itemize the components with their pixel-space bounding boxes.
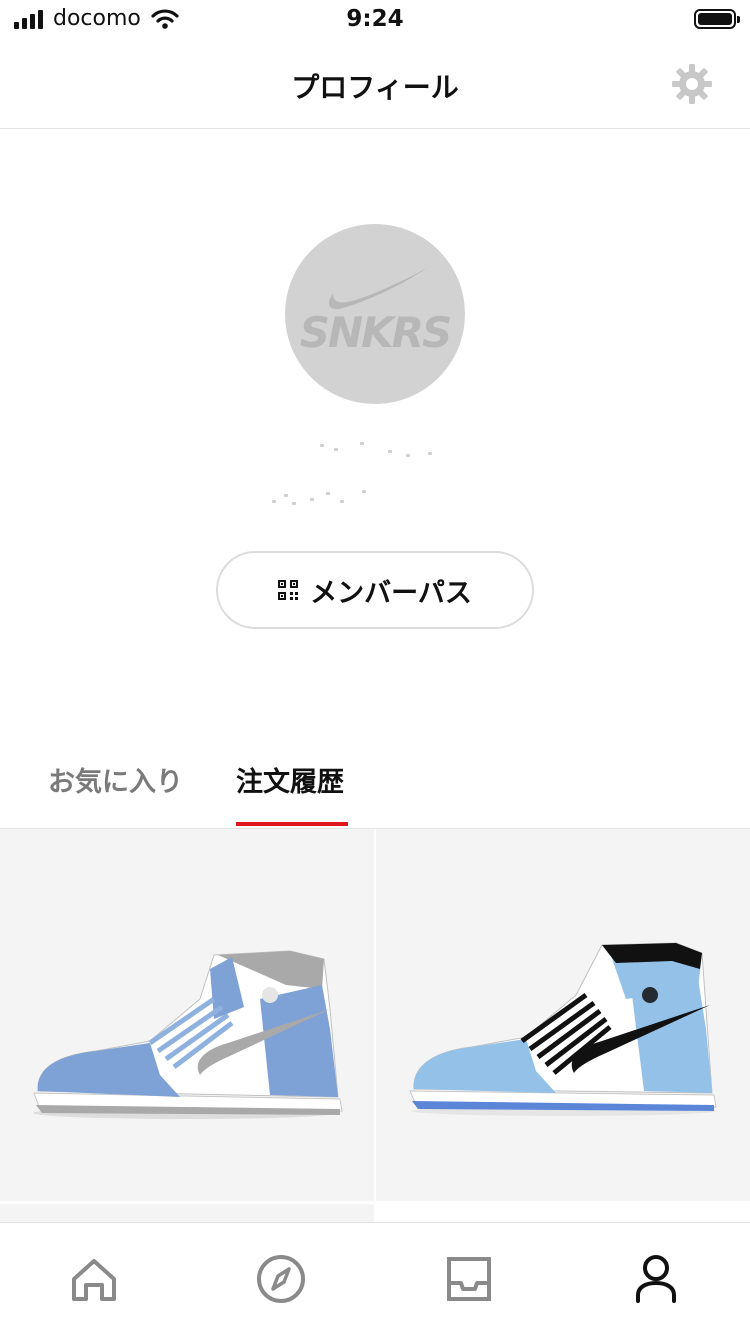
status-time: 9:24 bbox=[346, 6, 404, 32]
qr-code-icon bbox=[278, 580, 299, 600]
tab-favorites[interactable]: お気に入り bbox=[48, 760, 183, 799]
profile-subtitle-redacted bbox=[270, 488, 380, 508]
profile-name-redacted bbox=[310, 440, 440, 458]
nav-inbox[interactable] bbox=[439, 1249, 499, 1309]
member-pass-button[interactable]: メンバーパス bbox=[216, 551, 534, 629]
avatar[interactable]: SNKRS bbox=[285, 224, 465, 404]
sneaker-image bbox=[33, 950, 343, 1119]
product-card[interactable] bbox=[0, 1204, 374, 1223]
battery-icon bbox=[694, 9, 740, 29]
active-tab-indicator bbox=[236, 822, 348, 826]
member-pass-label: メンバーパス bbox=[310, 577, 472, 609]
product-card[interactable] bbox=[0, 829, 374, 1201]
product-grid bbox=[0, 829, 750, 1223]
avatar-logo-text: SNKRS bbox=[299, 308, 453, 357]
profile-tabs: お気に入り 注文履歴 bbox=[0, 740, 750, 829]
nav-profile[interactable] bbox=[626, 1249, 686, 1309]
home-icon bbox=[72, 1259, 116, 1301]
product-card[interactable] bbox=[376, 829, 750, 1201]
compass-icon bbox=[257, 1255, 305, 1303]
bottom-nav bbox=[0, 1222, 750, 1335]
page-title: プロフィール bbox=[291, 71, 459, 104]
nav-home[interactable] bbox=[64, 1249, 124, 1309]
inbox-icon bbox=[447, 1257, 491, 1301]
profile-icon bbox=[636, 1255, 676, 1303]
gear-icon[interactable] bbox=[670, 62, 714, 106]
sneaker-image bbox=[409, 942, 717, 1116]
product-card[interactable] bbox=[376, 1204, 750, 1223]
nav-discover[interactable] bbox=[251, 1249, 311, 1309]
status-bar: docomo 9:24 bbox=[0, 0, 750, 42]
tab-order-history[interactable]: 注文履歴 bbox=[236, 760, 344, 799]
nav-header: プロフィール bbox=[0, 42, 750, 129]
